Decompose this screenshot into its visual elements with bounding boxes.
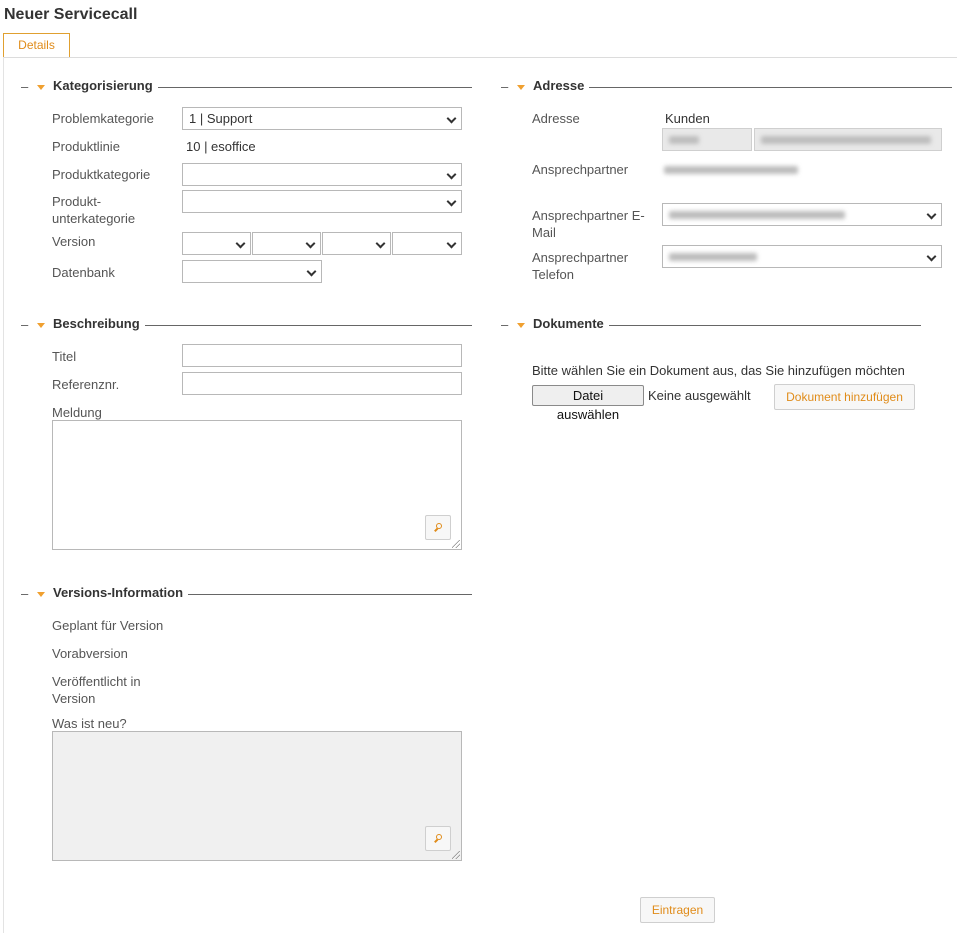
titel-input[interactable] xyxy=(182,344,462,367)
chevron-down-icon xyxy=(306,266,317,277)
redacted-text xyxy=(664,166,798,174)
veroeffentlicht-label: Veröffentlicht in Version xyxy=(52,673,141,707)
kunden-name-field xyxy=(754,128,942,151)
resize-grip-icon[interactable] xyxy=(452,851,460,859)
telefon-label-line2: Telefon xyxy=(532,267,574,282)
problemkategorie-select[interactable]: 1 | Support xyxy=(182,107,462,130)
dokumente-hint: Bitte wählen Sie ein Dokument aus, das S… xyxy=(532,363,905,378)
kunden-number-field xyxy=(662,128,752,151)
section-beschreibung-header[interactable]: – Beschreibung xyxy=(21,316,472,336)
telefon-label-line1: Ansprechpartner xyxy=(532,250,629,265)
produktkategorie-select[interactable] xyxy=(182,163,462,186)
was-ist-neu-label: Was ist neu? xyxy=(52,716,127,731)
content-left-border xyxy=(3,57,4,933)
file-status: Keine ausgewählt xyxy=(648,388,751,403)
version-select-3[interactable] xyxy=(322,232,391,255)
magnifier-handle xyxy=(434,838,438,843)
page-title: Neuer Servicecall xyxy=(4,6,138,23)
section-adresse-header[interactable]: – Adresse xyxy=(501,78,952,98)
referenz-label: Referenznr. xyxy=(52,377,120,392)
redacted-text xyxy=(761,136,931,144)
section-versions-information-header[interactable]: – Versions-Information xyxy=(21,585,472,605)
collapse-triangle-icon xyxy=(517,323,525,328)
problemkategorie-label: Problemkategorie xyxy=(52,111,154,126)
chevron-down-icon xyxy=(305,238,316,249)
minus-icon[interactable]: – xyxy=(21,586,28,601)
referenz-input[interactable] xyxy=(182,372,462,395)
collapse-triangle-icon xyxy=(37,592,45,597)
geplant-label: Geplant für Version xyxy=(52,618,164,633)
collapse-triangle-icon xyxy=(37,85,45,90)
adresse-label: Adresse xyxy=(532,111,580,126)
resize-grip-icon[interactable] xyxy=(452,540,460,548)
section-rule xyxy=(533,87,952,88)
tab-details[interactable]: Details xyxy=(3,33,70,58)
produktkategorie-label: Produktkategorie xyxy=(52,167,151,182)
magnifier-button[interactable] xyxy=(425,826,451,851)
section-title: Dokumente xyxy=(533,316,609,331)
redacted-text xyxy=(669,136,699,144)
magnifier-handle xyxy=(434,527,438,532)
minus-icon[interactable]: – xyxy=(21,317,28,332)
chevron-down-icon xyxy=(446,169,457,180)
section-title: Adresse xyxy=(533,78,590,93)
file-choose-button[interactable]: Datei auswählen xyxy=(532,385,644,422)
produktunterkategorie-select[interactable] xyxy=(182,190,462,213)
ansprechpartner-telefon-select[interactable] xyxy=(662,245,942,268)
chevron-down-icon xyxy=(235,238,246,249)
ansprechpartner-telefon-label: Ansprechpartner Telefon xyxy=(532,249,628,283)
version-label: Version xyxy=(52,234,96,249)
chevron-down-icon xyxy=(446,113,457,124)
version-select-1[interactable] xyxy=(182,232,251,255)
minus-icon[interactable]: – xyxy=(501,79,508,94)
email-label-line2: Mail xyxy=(532,225,556,240)
section-title: Kategorisierung xyxy=(53,78,158,93)
datenbank-label: Datenbank xyxy=(52,265,115,280)
minus-icon[interactable]: – xyxy=(501,317,508,332)
collapse-triangle-icon xyxy=(37,323,45,328)
ansprechpartner-label: Ansprechpartner xyxy=(532,162,629,177)
ansprechpartner-email-label: Ansprechpartner E- Mail xyxy=(532,207,645,241)
section-dokumente-header[interactable]: – Dokumente xyxy=(501,316,921,336)
was-ist-neu-textarea xyxy=(52,731,462,861)
ansprechpartner-value xyxy=(664,163,800,177)
email-label-line1: Ansprechpartner E- xyxy=(532,208,645,223)
minus-icon[interactable]: – xyxy=(21,79,28,94)
section-title: Beschreibung xyxy=(53,316,145,331)
chevron-down-icon xyxy=(375,238,386,249)
veroeffentlicht-label-line1: Veröffentlicht in xyxy=(52,674,141,689)
meldung-textarea[interactable] xyxy=(52,420,462,550)
add-document-button[interactable]: Dokument hinzufügen xyxy=(774,384,915,410)
section-title: Versions-Information xyxy=(53,585,189,600)
produktlinie-label: Produktlinie xyxy=(52,139,120,154)
problemkategorie-value: 1 | Support xyxy=(189,111,253,126)
version-select-2[interactable] xyxy=(252,232,321,255)
chevron-down-icon xyxy=(446,196,457,207)
produktunterkategorie-label: Produkt- unterkategorie xyxy=(52,193,135,227)
version-select-4[interactable] xyxy=(392,232,462,255)
meldung-label: Meldung xyxy=(52,405,102,420)
section-kategorisierung-header[interactable]: – Kategorisierung xyxy=(21,78,472,98)
magnifier-button[interactable] xyxy=(425,515,451,540)
datenbank-select[interactable] xyxy=(182,260,322,283)
submit-button[interactable]: Eintragen xyxy=(640,897,715,923)
vorabversion-label: Vorabversion xyxy=(52,646,128,661)
redacted-text xyxy=(669,253,757,261)
veroeffentlicht-label-line2: Version xyxy=(52,691,96,706)
titel-label: Titel xyxy=(52,349,77,364)
tab-bar-divider xyxy=(4,57,957,58)
chevron-down-icon xyxy=(926,251,937,262)
redacted-text xyxy=(669,211,845,219)
ansprechpartner-email-select[interactable] xyxy=(662,203,942,226)
produktlinie-value: 10 | esoffice xyxy=(186,139,256,154)
kunden-label: Kunden xyxy=(665,111,710,126)
produktunterkategorie-label-line2: unterkategorie xyxy=(52,211,136,226)
collapse-triangle-icon xyxy=(517,85,525,90)
chevron-down-icon xyxy=(926,209,937,220)
chevron-down-icon xyxy=(446,238,457,249)
produktunterkategorie-label-line1: Produkt- xyxy=(52,194,102,209)
